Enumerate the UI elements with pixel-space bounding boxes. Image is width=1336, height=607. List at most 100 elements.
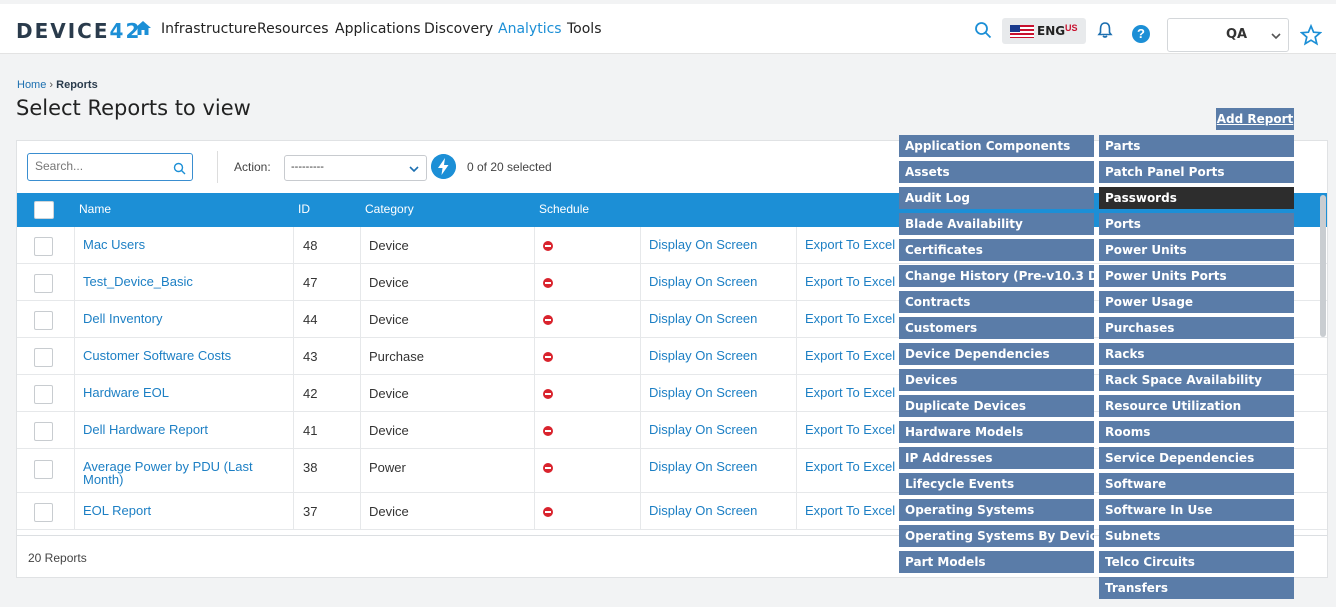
nav-tools[interactable]: Tools [567,21,602,37]
language-selector[interactable]: ENG US [1002,18,1086,44]
menu-item-purchases[interactable]: Purchases [1099,317,1294,339]
export-to-excel-link[interactable]: Export To Excel [805,238,895,251]
menu-item-part-models[interactable]: Part Models [899,551,1094,573]
display-on-screen-link[interactable]: Display On Screen [649,460,757,473]
column-header-schedule[interactable]: Schedule [539,202,589,216]
menu-item-change-history-pre-v10-3-data[interactable]: Change History (Pre-v10.3 Data) [899,265,1094,287]
menu-item-certificates[interactable]: Certificates [899,239,1094,261]
menu-item-customers[interactable]: Customers [899,317,1094,339]
nav-applications[interactable]: Applications [335,21,421,37]
row-checkbox[interactable] [34,274,53,293]
display-on-screen-link[interactable]: Display On Screen [649,504,757,517]
menu-item-device-dependencies[interactable]: Device Dependencies [899,343,1094,365]
search-icon[interactable] [173,162,186,175]
report-name-link[interactable]: Dell Inventory [83,312,283,325]
menu-item-application-components[interactable]: Application Components [899,135,1094,157]
menu-item-audit-log[interactable]: Audit Log [899,187,1094,209]
menu-item-transfers[interactable]: Transfers [1099,577,1294,599]
run-action-bolt-icon[interactable] [431,154,456,179]
cell-divider [360,338,361,374]
report-name-link[interactable]: Test_Device_Basic [83,275,283,288]
export-to-excel-link[interactable]: Export To Excel [805,349,895,362]
menu-item-ip-addresses[interactable]: IP Addresses [899,447,1094,469]
action-select[interactable]: --------- [284,155,427,181]
nav-discovery[interactable]: Discovery [424,21,493,37]
display-on-screen-link[interactable]: Display On Screen [649,312,757,325]
report-name-link[interactable]: Average Power by PDU (Last Month) [83,460,283,486]
display-on-screen-link[interactable]: Display On Screen [649,386,757,399]
chevron-down-icon [1271,33,1281,40]
menu-item-blade-availability[interactable]: Blade Availability [899,213,1094,235]
menu-item-ports[interactable]: Ports [1099,213,1294,235]
menu-item-hardware-models[interactable]: Hardware Models [899,421,1094,443]
menu-item-devices[interactable]: Devices [899,369,1094,391]
export-to-excel-link[interactable]: Export To Excel [805,460,895,473]
no-schedule-icon [543,278,553,288]
cell-divider [74,375,75,411]
menu-item-lifecycle-events[interactable]: Lifecycle Events [899,473,1094,495]
menu-item-operating-systems[interactable]: Operating Systems [899,499,1094,521]
column-header-id[interactable]: ID [298,202,310,216]
menu-item-software-in-use[interactable]: Software In Use [1099,499,1294,521]
menu-item-software[interactable]: Software [1099,473,1294,495]
column-header-name[interactable]: Name [79,202,111,216]
report-name-link[interactable]: Customer Software Costs [83,349,283,362]
report-name-link[interactable]: Dell Hardware Report [83,423,283,436]
nav-resources[interactable]: Resources [257,21,329,37]
column-header-category[interactable]: Category [365,202,414,216]
export-to-excel-link[interactable]: Export To Excel [805,275,895,288]
export-to-excel-link[interactable]: Export To Excel [805,423,895,436]
menu-item-power-units-ports[interactable]: Power Units Ports [1099,265,1294,287]
display-on-screen-link[interactable]: Display On Screen [649,275,757,288]
menu-item-assets[interactable]: Assets [899,161,1094,183]
row-checkbox[interactable] [34,348,53,367]
display-on-screen-link[interactable]: Display On Screen [649,238,757,251]
report-name-link[interactable]: EOL Report [83,504,283,517]
language-region: US [1065,23,1078,33]
tenant-select[interactable]: QA [1167,18,1289,52]
menu-item-power-units[interactable]: Power Units [1099,239,1294,261]
search-icon[interactable] [974,21,992,39]
menu-item-racks[interactable]: Racks [1099,343,1294,365]
menu-item-passwords[interactable]: Passwords [1099,187,1294,209]
menu-item-contracts[interactable]: Contracts [899,291,1094,313]
export-to-excel-link[interactable]: Export To Excel [805,386,895,399]
row-checkbox[interactable] [34,311,53,330]
row-checkbox[interactable] [34,237,53,256]
menu-item-power-usage[interactable]: Power Usage [1099,291,1294,313]
help-icon[interactable]: ? [1132,25,1150,43]
row-checkbox[interactable] [34,422,53,441]
search-input[interactable] [35,159,165,173]
select-all-checkbox[interactable] [34,201,54,219]
row-checkbox[interactable] [34,503,53,522]
scrollbar[interactable] [1320,195,1326,337]
row-checkbox[interactable] [34,460,53,479]
menu-item-rack-space-availability[interactable]: Rack Space Availability [1099,369,1294,391]
bell-icon[interactable] [1096,21,1114,39]
search-field[interactable] [27,153,193,181]
row-checkbox[interactable] [34,385,53,404]
menu-item-service-dependencies[interactable]: Service Dependencies [1099,447,1294,469]
add-report-button[interactable]: Add Report [1216,108,1294,130]
menu-item-telco-circuits[interactable]: Telco Circuits [1099,551,1294,573]
menu-item-parts[interactable]: Parts [1099,135,1294,157]
menu-item-patch-panel-ports[interactable]: Patch Panel Ports [1099,161,1294,183]
report-name-link[interactable]: Hardware EOL [83,386,283,399]
menu-item-subnets[interactable]: Subnets [1099,525,1294,547]
report-name-link[interactable]: Mac Users [83,238,283,251]
display-on-screen-link[interactable]: Display On Screen [649,349,757,362]
device42-logo[interactable]: DEVICE42 [16,19,141,43]
export-to-excel-link[interactable]: Export To Excel [805,504,895,517]
menu-item-rooms[interactable]: Rooms [1099,421,1294,443]
nav-analytics[interactable]: Analytics [498,21,562,37]
no-schedule-icon [543,463,553,473]
display-on-screen-link[interactable]: Display On Screen [649,423,757,436]
menu-item-resource-utilization[interactable]: Resource Utilization [1099,395,1294,417]
home-icon[interactable] [134,19,152,37]
breadcrumb-home[interactable]: Home [17,79,46,91]
star-icon[interactable] [1300,24,1322,46]
export-to-excel-link[interactable]: Export To Excel [805,312,895,325]
nav-infrastructure[interactable]: Infrastructure [161,21,257,37]
menu-item-duplicate-devices[interactable]: Duplicate Devices [899,395,1094,417]
menu-item-operating-systems-by-device[interactable]: Operating Systems By Device [899,525,1094,547]
